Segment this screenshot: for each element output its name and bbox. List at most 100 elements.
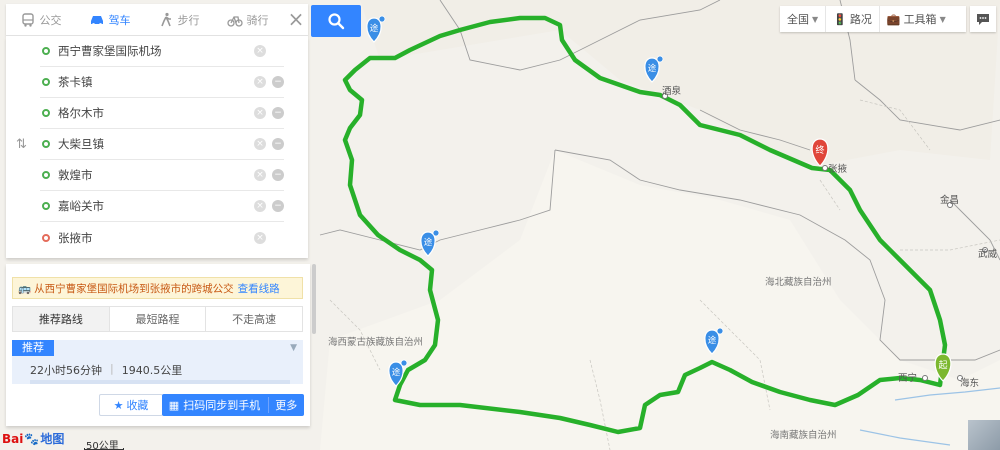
clear-icon[interactable]: × — [254, 45, 266, 57]
route-summary: 22小时56分钟 | 1940.5公里 — [30, 362, 183, 377]
map-label-wuwei: 武威 — [978, 248, 998, 260]
waypoint-name: 嘉峪关市 — [58, 199, 104, 213]
bus-icon — [21, 12, 34, 27]
more-button[interactable]: 更多 — [268, 397, 297, 413]
start-dot-icon — [42, 47, 50, 55]
svg-text:途: 途 — [370, 23, 379, 34]
route-distance: 1940.5公里 — [121, 364, 183, 377]
waypoint-name: 格尔木市 — [58, 106, 104, 120]
panel-scrollbar[interactable] — [312, 264, 316, 334]
tab-car[interactable]: 驾车 — [75, 4, 144, 35]
via-dot-icon — [42, 171, 50, 179]
map-label-jiuquan: 酒泉 — [662, 85, 682, 97]
transit-tip[interactable]: 🚌 从西宁曹家堡国际机场到张掖市的跨城公交 查看线路 — [12, 277, 303, 299]
logo-text-2: 地图 — [40, 432, 65, 446]
map-label-zhangye: 张掖 — [828, 163, 848, 175]
recommend-badge: 推荐 — [12, 340, 54, 356]
waypoint-row-via[interactable]: 嘉峪关市 × − — [40, 191, 284, 222]
route-plan-card[interactable]: 推荐 ▼ 22小时56分钟 | 1940.5公里 — [12, 340, 303, 384]
swap-icon[interactable]: ⇅ — [16, 137, 27, 152]
transit-tip-text: 从西宁曹家堡国际机场到张掖市的跨城公交 — [34, 282, 234, 295]
tab-walk-label: 步行 — [177, 13, 200, 27]
toolbox-label: 工具箱 — [903, 13, 937, 26]
star-icon: ★ — [113, 398, 124, 412]
waypoint-name: 大柴旦镇 — [58, 137, 104, 151]
clear-icon[interactable]: × — [254, 107, 266, 119]
route-duration: 22小时56分钟 — [30, 364, 102, 377]
chevron-down-icon: ▼ — [812, 14, 819, 24]
waypoint-row-via[interactable]: 大柴旦镇 × − — [40, 129, 284, 160]
map-label-xining: 西宁 — [898, 372, 917, 384]
remove-waypoint-icon[interactable]: − — [272, 107, 284, 119]
satellite-thumbnail[interactable] — [968, 420, 1000, 450]
send-to-phone-button[interactable]: ▦ 扫码同步到手机 更多 — [162, 394, 304, 416]
svg-text:途: 途 — [392, 367, 401, 378]
waypoint-row-via[interactable]: 茶卡镇 × − — [40, 67, 284, 98]
waypoint-row-end[interactable]: 张掖市 × — [40, 222, 284, 253]
travel-mode-tabs: 公交 驾车 步行 骑行 — [6, 4, 308, 36]
end-dot-icon — [42, 233, 50, 242]
remove-waypoint-icon[interactable]: − — [272, 138, 284, 150]
svg-text:途: 途 — [708, 335, 717, 346]
clear-icon[interactable]: × — [254, 200, 266, 212]
waypoint-name: 西宁曹家堡国际机场 — [58, 44, 162, 58]
search-icon — [328, 13, 345, 30]
chat-icon — [977, 14, 989, 25]
svg-text:起: 起 — [938, 360, 947, 371]
logo-text-1: Bai — [2, 431, 24, 446]
tab-bus-label: 公交 — [39, 13, 62, 27]
map-label-hainan: 海南藏族自治州 — [770, 429, 837, 441]
remove-waypoint-icon[interactable]: − — [272, 200, 284, 212]
tab-bus[interactable]: 公交 — [6, 4, 75, 35]
car-icon — [90, 15, 103, 26]
send-label: 扫码同步到手机 — [183, 399, 261, 412]
remove-waypoint-icon[interactable]: − — [272, 76, 284, 88]
search-button[interactable] — [311, 5, 361, 37]
svg-text:途: 途 — [424, 237, 433, 248]
tab-recommended[interactable]: 推荐路线 — [13, 307, 110, 331]
walk-icon — [160, 12, 171, 26]
route-preference-tabs: 推荐路线 最短路程 不走高速 — [12, 306, 303, 332]
clear-icon[interactable]: × — [254, 138, 266, 150]
via-dot-icon — [42, 202, 50, 210]
waypoint-row-via[interactable]: 敦煌市 × − — [40, 160, 284, 191]
close-icon[interactable]: × — [286, 9, 306, 30]
waypoint-name: 张掖市 — [58, 230, 93, 245]
qrcode-icon: ▦ — [168, 398, 180, 412]
tab-walk[interactable]: 步行 — [144, 4, 213, 35]
clear-icon[interactable]: × — [254, 76, 266, 88]
toolbox-menu[interactable]: 💼 工具箱 ▼ — [880, 6, 953, 32]
tab-shortest[interactable]: 最短路程 — [109, 307, 207, 331]
map-label-jinchang: 金昌 — [940, 194, 959, 206]
traffic-light-icon: 🚦 — [833, 12, 847, 26]
traffic-toggle[interactable]: 🚦 路况 — [826, 6, 880, 32]
route-waypoint-panel: ⇅ 西宁曹家堡国际机场 × 茶卡镇 × − 格尔木市 × − 大柴旦镇 × − … — [6, 36, 308, 258]
waypoint-row-via[interactable]: 格尔木市 × − — [40, 98, 284, 129]
baidu-map-logo[interactable]: Bai 🐾 地图 — [2, 430, 64, 447]
transit-tip-link[interactable]: 查看线路 — [238, 281, 280, 296]
bike-icon — [226, 15, 243, 27]
collapse-caret-icon[interactable]: ▼ — [290, 343, 297, 353]
waypoint-name: 敦煌市 — [58, 168, 93, 182]
clear-icon[interactable]: × — [254, 231, 266, 244]
waypoint-row-start[interactable]: 西宁曹家堡国际机场 × — [40, 36, 284, 67]
tab-car-label: 驾车 — [108, 13, 131, 27]
svg-text:途: 途 — [648, 63, 657, 74]
map-label-haibei: 海北藏族自治州 — [765, 276, 832, 288]
remove-waypoint-icon[interactable]: − — [272, 169, 284, 181]
favorite-button[interactable]: ★ 收藏 — [99, 394, 163, 416]
map-toolbar: 全国 ▼ 🚦 路况 💼 工具箱 ▼ — [780, 6, 966, 32]
traffic-label: 路况 — [849, 13, 872, 26]
region-select[interactable]: 全国 ▼ — [780, 6, 827, 32]
clear-icon[interactable]: × — [254, 169, 266, 181]
tab-no-highway[interactable]: 不走高速 — [206, 307, 303, 331]
map-label-haixi: 海西蒙古族藏族自治州 — [328, 336, 423, 348]
route-result-panel: 🚌 从西宁曹家堡国际机场到张掖市的跨城公交 查看线路 推荐路线 最短路程 不走高… — [6, 264, 316, 426]
tab-bike[interactable]: 骑行 — [213, 4, 282, 35]
message-button[interactable] — [970, 6, 996, 32]
bus-small-icon: 🚌 — [18, 282, 32, 295]
tab-bike-label: 骑行 — [246, 13, 269, 27]
via-dot-icon — [42, 140, 50, 148]
toolbox-icon: 💼 — [886, 12, 901, 26]
map-label-haidong: 海东 — [960, 377, 979, 389]
